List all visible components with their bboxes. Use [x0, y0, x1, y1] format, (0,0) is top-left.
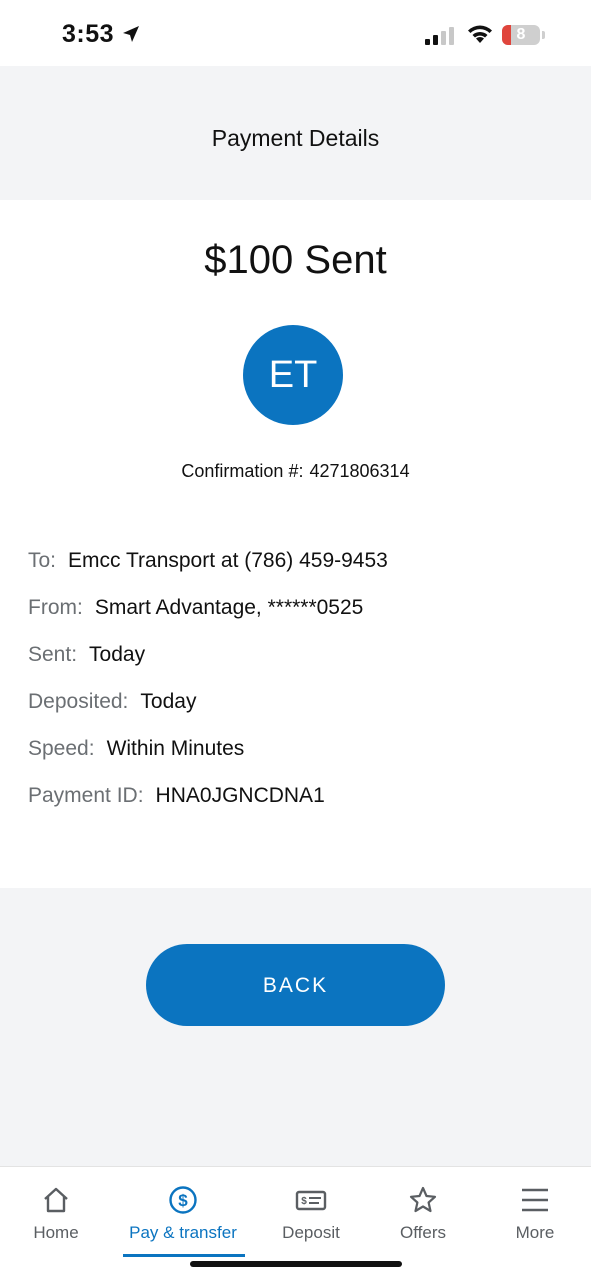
detail-label: Deposited: [28, 690, 129, 713]
home-indicator[interactable] [190, 1261, 402, 1267]
nav-label-deposit: Deposit [282, 1223, 340, 1242]
dollar-circle-icon: $ [169, 1186, 197, 1214]
battery-nub [542, 31, 545, 39]
svg-text:$: $ [178, 1191, 188, 1210]
back-button[interactable]: BACK [146, 944, 445, 1026]
status-bar: 3:53 8 [0, 0, 591, 66]
nav-item-more[interactable]: More [476, 1185, 591, 1243]
detail-row-speed: Speed: Within Minutes [28, 737, 244, 761]
detail-row-from: From: Smart Advantage, ******0525 [28, 596, 363, 620]
detail-label: Sent: [28, 643, 78, 666]
battery-percent: 8 [516, 26, 526, 43]
cellular-signal-icon [425, 27, 454, 45]
location-arrow-icon [123, 26, 139, 42]
detail-label: To: [28, 549, 57, 572]
battery-icon: 8 [502, 25, 540, 45]
home-icon [44, 1187, 68, 1213]
page-title: Payment Details [211, 125, 380, 151]
active-tab-indicator [123, 1254, 245, 1257]
nav-label-offers: Offers [400, 1223, 446, 1242]
payment-amount: $100 Sent [204, 238, 387, 282]
star-icon [409, 1186, 437, 1213]
confirmation-number: 4271806314 [309, 461, 410, 481]
detail-value: Within Minutes [106, 737, 245, 760]
detail-label: From: [28, 596, 83, 619]
nav-item-pay-transfer[interactable]: $ Pay & transfer [124, 1185, 242, 1243]
svg-text:$: $ [301, 1196, 307, 1207]
check-deposit-icon: $ [295, 1190, 327, 1211]
menu-icon [522, 1188, 548, 1212]
wifi-icon [468, 25, 492, 43]
confirmation-label: Confirmation #: [181, 461, 304, 481]
confirmation-line: Confirmation #: 4271806314 [0, 461, 591, 482]
detail-value: Smart Advantage, ******0525 [94, 596, 364, 619]
detail-value: Emcc Transport at (786) 459-9453 [68, 549, 388, 572]
detail-label: Speed: [28, 737, 95, 760]
nav-item-deposit[interactable]: $ Deposit [252, 1185, 370, 1243]
nav-item-offers[interactable]: Offers [364, 1185, 482, 1243]
detail-row-deposited: Deposited: Today [28, 690, 196, 714]
nav-label-pay-transfer: Pay & transfer [129, 1223, 237, 1242]
detail-value: Today [89, 643, 146, 666]
nav-item-home[interactable]: Home [0, 1185, 115, 1243]
recipient-avatar: ET [243, 325, 343, 425]
action-area [0, 888, 591, 1166]
detail-row-sent: Sent: Today [28, 643, 145, 667]
status-time: 3:53 [62, 20, 115, 48]
detail-row-payment-id: Payment ID: HNA0JGNCDNA1 [28, 784, 325, 808]
detail-label: Payment ID: [28, 784, 144, 807]
nav-label-home: Home [33, 1223, 79, 1242]
detail-row-to: To: Emcc Transport at (786) 459-9453 [28, 549, 388, 573]
nav-label-more: More [515, 1223, 555, 1242]
detail-value: HNA0JGNCDNA1 [155, 784, 325, 807]
detail-value: Today [140, 690, 197, 713]
